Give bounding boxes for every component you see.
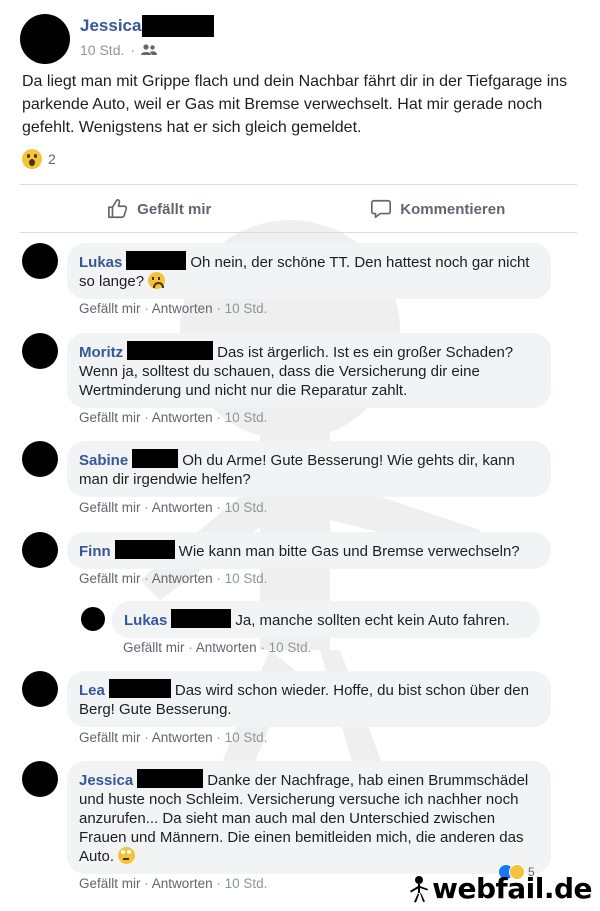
comment-bubble: Sabine Oh du Arme! Gute Besserung! Wie ge… [67, 441, 551, 497]
comment-author[interactable]: Lea [79, 682, 105, 699]
separator: · [216, 301, 221, 316]
post-text: Da liegt man mit Grippe flach und dein N… [22, 73, 568, 136]
post-time[interactable]: 10 Std. [80, 42, 124, 58]
separator: · [144, 301, 149, 316]
stick-figure-icon [410, 875, 429, 902]
comment-reply-link[interactable]: Antworten [152, 730, 213, 745]
redacted-surname [114, 540, 175, 559]
separator: · [216, 410, 221, 425]
comment-bubble: Lukas Oh nein, der schöne TT. Den hattest… [67, 243, 551, 299]
thumbs-up-icon [108, 199, 128, 219]
comment-reply-link[interactable]: Antworten [152, 500, 213, 515]
comment-actions: Gefällt mir · Antworten · 10 Std. [79, 730, 267, 745]
comment-bubble: Finn Wie kann man bitte Gas und Bremse ve… [67, 532, 551, 569]
comment-reply-link[interactable]: Antworten [152, 571, 213, 586]
comment-text: Ja, manche sollten echt kein Auto fahren… [235, 612, 510, 629]
redacted-surname [126, 251, 187, 270]
comment-reply-link[interactable]: Antworten [152, 410, 213, 425]
comment-actions: Gefällt mir · Antworten · 10 Std. [79, 571, 267, 586]
comment-actions: Gefällt mir · Antworten · 10 Std. [79, 876, 267, 891]
avatar[interactable] [22, 671, 58, 707]
comment-bubble: Moritz Das ist ärgerlich. Ist es ein groß… [67, 333, 551, 408]
watermark-text: webfail.de [432, 872, 592, 905]
meta-separator: · [130, 42, 136, 58]
separator: · [216, 876, 221, 891]
comment-bubble-icon [371, 199, 392, 219]
comment-reply-link[interactable]: Antworten [196, 640, 257, 655]
avatar[interactable] [22, 532, 58, 568]
separator: · [216, 571, 221, 586]
comment-reply-link[interactable]: Antworten [152, 301, 213, 316]
separator: · [188, 640, 193, 655]
comment-time[interactable]: 10 Std. [225, 876, 268, 891]
separator: · [144, 730, 149, 745]
redacted-surname [137, 769, 204, 788]
separator: · [260, 640, 265, 655]
comment-author[interactable]: Lukas [79, 254, 122, 271]
separator: · [216, 730, 221, 745]
redacted-surname [127, 341, 214, 360]
comment-bubble: Lea Das wird schon wieder. Hoffe, du bist… [67, 671, 551, 727]
comment-time[interactable]: 10 Std. [225, 410, 268, 425]
comment-text: Wie kann man bitte Gas und Bremse verwec… [178, 543, 520, 560]
redacted-surname [142, 15, 214, 37]
separator: · [144, 410, 149, 425]
avatar[interactable] [22, 761, 58, 797]
webfail-watermark: webfail.de [408, 872, 592, 905]
post-action-bar: Gefällt mir Kommentieren [20, 186, 577, 232]
divider [20, 232, 577, 233]
comment-button[interactable]: Kommentieren [299, 186, 578, 232]
post-author-name[interactable]: Jessica [80, 16, 141, 36]
comment-actions: Gefällt mir · Antworten · 10 Std. [79, 301, 267, 316]
redacted-surname [171, 609, 232, 628]
separator: · [144, 876, 149, 891]
comment-like-link[interactable]: Gefällt mir [79, 730, 141, 745]
comment-like-link[interactable]: Gefällt mir [79, 571, 141, 586]
avatar[interactable] [22, 333, 58, 369]
divider [20, 184, 577, 185]
separator: · [144, 571, 149, 586]
comment-author[interactable]: Jessica [79, 772, 133, 789]
like-button[interactable]: Gefällt mir [20, 186, 299, 232]
comment-like-link[interactable]: Gefällt mir [79, 410, 141, 425]
comment-like-link[interactable]: Gefällt mir [79, 301, 141, 316]
comment-reply-link[interactable]: Antworten [152, 876, 213, 891]
reaction-count: 2 [48, 151, 56, 167]
avatar[interactable] [81, 607, 105, 631]
avatar[interactable] [20, 14, 70, 64]
like-label: Gefällt mir [137, 200, 212, 218]
separator: · [216, 500, 221, 515]
comment-like-link[interactable]: Gefällt mir [79, 500, 141, 515]
redacted-surname [132, 449, 179, 468]
redacted-surname [108, 679, 171, 698]
comment-like-link[interactable]: Gefällt mir [123, 640, 185, 655]
comment-time[interactable]: 10 Std. [225, 730, 268, 745]
post-meta: 10 Std. · [80, 42, 158, 58]
comment-author[interactable]: Finn [79, 543, 111, 560]
comment-time[interactable]: 10 Std. [225, 571, 268, 586]
comment-time[interactable]: 10 Std. [225, 500, 268, 515]
comment-like-link[interactable]: Gefällt mir [79, 876, 141, 891]
friends-icon [141, 44, 158, 55]
comment-bubble: Lukas Ja, manche sollten echt kein Auto f… [112, 601, 540, 638]
comment-author[interactable]: Moritz [79, 344, 123, 361]
eye-roll-emoji-icon [118, 847, 136, 864]
comment-actions: Gefällt mir · Antworten · 10 Std. [79, 410, 267, 425]
post-reactions[interactable]: 2 [22, 149, 56, 169]
wow-emoji-icon [22, 149, 42, 169]
comment-bubble: Jessica Danke der Nachfrage, hab einen Br… [67, 761, 551, 874]
comment-actions: Gefällt mir · Antworten · 10 Std. [79, 500, 267, 515]
avatar[interactable] [22, 441, 58, 477]
comment-author[interactable]: Lukas [124, 612, 167, 629]
comment-time[interactable]: 10 Std. [269, 640, 312, 655]
separator: · [144, 500, 149, 515]
comment-author[interactable]: Sabine [79, 452, 128, 469]
comment-time[interactable]: 10 Std. [225, 301, 268, 316]
avatar[interactable] [22, 243, 58, 279]
sad-emoji-icon [148, 272, 166, 289]
post-header: Jessica 10 Std. · [20, 12, 580, 64]
comment-actions: Gefällt mir · Antworten · 10 Std. [123, 640, 311, 655]
comment-label: Kommentieren [400, 200, 506, 218]
